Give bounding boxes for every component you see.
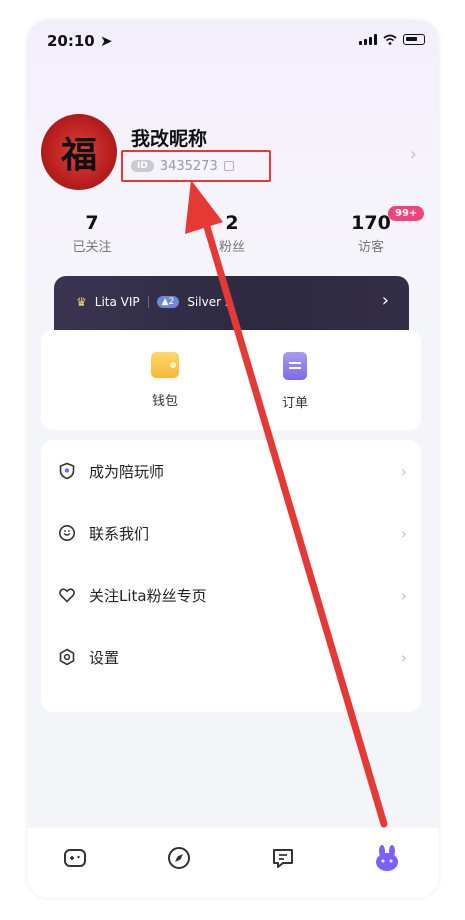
heart-icon: [57, 585, 77, 605]
menu-item-become-companion[interactable]: 成为陪玩师 ›: [41, 440, 421, 502]
user-id-highlight: ID 3435273: [121, 150, 271, 182]
tab-game[interactable]: [59, 842, 91, 874]
compass-icon: [168, 847, 190, 869]
wallet-label: 钱包: [151, 394, 178, 409]
stat-following-value: 7: [85, 212, 99, 234]
menu-label: 设置: [89, 648, 120, 667]
avatar-character: 福: [60, 134, 97, 176]
stat-fans[interactable]: 2 粉丝: [182, 212, 282, 255]
menu-item-settings[interactable]: 设置 ›: [41, 626, 421, 688]
stat-visitors-label: 访客: [357, 240, 384, 255]
profile-chevron-icon[interactable]: ›: [410, 144, 417, 165]
nickname[interactable]: 我改昵称: [131, 124, 207, 151]
stat-following-label: 已关注: [72, 240, 112, 255]
tab-messages[interactable]: [267, 842, 299, 874]
stat-fans-value: 2: [225, 212, 239, 234]
level-badge-icon: ▲2: [156, 296, 180, 308]
menu-item-follow-fanpage[interactable]: 关注Lita粉丝专页 ›: [41, 564, 421, 626]
visitors-badge: 99+: [388, 206, 425, 221]
user-id-value: 3435273: [159, 158, 218, 174]
orders-label: 订单: [281, 396, 308, 411]
chevron-right-icon: ›: [400, 647, 407, 667]
crown-icon: ♛: [76, 295, 87, 309]
vip-chevron-icon: ›: [381, 290, 389, 311]
vip-brand: Lita VIP: [94, 295, 140, 309]
id-tag: ID: [131, 160, 154, 172]
chevron-right-icon: ›: [400, 461, 407, 481]
game-icon: [64, 849, 86, 867]
wallet-icon: [151, 352, 179, 378]
menu-label: 关注Lita粉丝专页: [89, 586, 207, 605]
bottom-tab-bar: [27, 828, 439, 898]
chevron-right-icon: ›: [400, 523, 407, 543]
battery-icon: [403, 34, 425, 45]
status-icons: [359, 34, 425, 45]
phone-screen: 20:10 ➤ 福 我改昵称 ID 3435273 › 7 已关注 2 粉丝 1…: [27, 20, 439, 898]
vip-divider: [147, 296, 149, 308]
message-icon: [273, 849, 293, 868]
copy-icon[interactable]: [223, 161, 234, 171]
chevron-right-icon: ›: [400, 585, 407, 605]
stat-fans-label: 粉丝: [218, 240, 245, 255]
wallet-button[interactable]: 钱包: [125, 352, 205, 409]
support-icon: [57, 523, 77, 543]
gear-icon: [57, 647, 77, 667]
status-time: 20:10 ➤: [47, 32, 113, 50]
profile-bunny-icon: [376, 845, 398, 871]
orders-button[interactable]: 订单: [255, 352, 335, 411]
menu-item-contact-us[interactable]: 联系我们 ›: [41, 502, 421, 564]
signal-icon: [359, 34, 377, 45]
wifi-icon: [383, 34, 397, 45]
menu-label: 成为陪玩师: [89, 462, 165, 481]
status-bar: 20:10 ➤: [27, 20, 439, 60]
shield-icon: [57, 461, 77, 481]
tab-profile[interactable]: [371, 842, 403, 874]
vip-banner[interactable]: ♛ Lita VIP ▲2 Silver 2 ›: [54, 276, 409, 334]
stat-following[interactable]: 7 已关注: [42, 212, 142, 255]
menu-label: 联系我们: [89, 524, 150, 543]
tab-discover[interactable]: [163, 842, 195, 874]
avatar[interactable]: 福: [41, 114, 117, 190]
vip-level-text: Silver 2: [187, 295, 233, 309]
quick-actions-card: 钱包 订单: [41, 330, 421, 430]
order-icon: [283, 352, 307, 380]
menu-card: 成为陪玩师 › 联系我们 › 关注Lita粉丝专页 › 设置 ›: [41, 440, 421, 712]
